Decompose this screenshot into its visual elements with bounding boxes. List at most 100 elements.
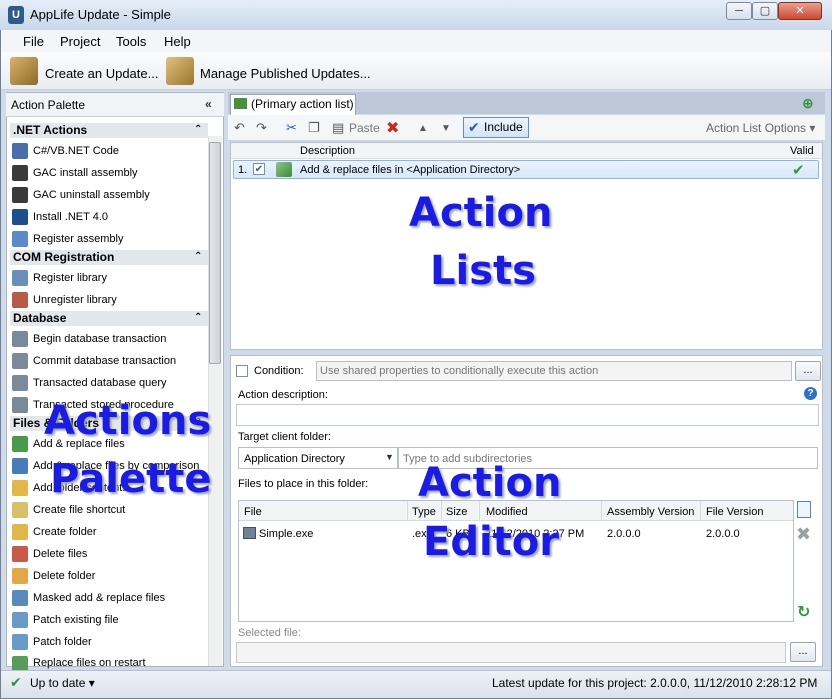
- target-folder-select[interactable]: Application Directory: [238, 447, 398, 469]
- maximize-button[interactable]: ▢: [752, 2, 778, 20]
- palette-item-register-assembly[interactable]: Register assembly: [33, 233, 123, 245]
- category-collapse-icon[interactable]: ⌃: [194, 251, 202, 262]
- register-assembly-icon: [12, 231, 28, 247]
- valid-check-icon: ✔: [792, 162, 805, 179]
- action-list-icon: [234, 98, 247, 109]
- sql-icon: [12, 375, 28, 391]
- condition-browse-button[interactable]: ...: [795, 361, 821, 381]
- palette-scroll-thumb[interactable]: [209, 142, 221, 364]
- file-name[interactable]: Simple.exe: [259, 528, 313, 540]
- file-version: 2.0.0.0: [706, 528, 740, 540]
- minimize-button[interactable]: ─: [726, 2, 752, 20]
- palette-item-unregister-library[interactable]: Unregister library: [33, 294, 117, 306]
- palette-item-code[interactable]: C#/VB.NET Code: [33, 145, 119, 157]
- column-type[interactable]: Type: [412, 506, 436, 518]
- menu-file[interactable]: File: [23, 34, 44, 49]
- add-file-icon[interactable]: [797, 501, 811, 518]
- refresh-icon[interactable]: ↻: [797, 602, 810, 622]
- collapse-palette-icon[interactable]: «: [205, 97, 212, 111]
- delete-folder-icon: [12, 568, 28, 584]
- menu-project[interactable]: Project: [60, 34, 100, 49]
- palette-item-patch-file[interactable]: Patch existing file: [33, 614, 119, 626]
- gac-uninstall-icon: [12, 187, 28, 203]
- palette-item-commit-transaction[interactable]: Commit database transaction: [33, 355, 176, 367]
- palette-item-patch-folder[interactable]: Patch folder: [33, 636, 92, 648]
- selected-file-input[interactable]: [236, 642, 786, 663]
- category-net-actions[interactable]: .NET Actions: [10, 123, 208, 138]
- palette-item-delete-folder[interactable]: Delete folder: [33, 570, 95, 582]
- menu-tools[interactable]: Tools: [116, 34, 146, 49]
- overlay-action-lists-1: Action: [409, 190, 553, 236]
- overlay-action-editor-2: Editor: [423, 519, 559, 565]
- create-update-icon[interactable]: [10, 57, 38, 85]
- action-description-input[interactable]: [236, 404, 819, 426]
- menu-help[interactable]: Help: [164, 34, 191, 49]
- category-collapse-icon[interactable]: ⌃: [194, 312, 202, 323]
- manage-updates-button[interactable]: Manage Published Updates...: [200, 66, 371, 81]
- overlay-action-lists-2: Lists: [430, 248, 536, 294]
- palette-item-register-library[interactable]: Register library: [33, 272, 107, 284]
- palette-title: Action Palette: [11, 98, 86, 112]
- column-file[interactable]: File: [244, 506, 262, 518]
- palette-item-delete-files[interactable]: Delete files: [33, 548, 87, 560]
- redo-icon[interactable]: ↷: [256, 120, 267, 136]
- create-update-button[interactable]: Create an Update...: [45, 66, 158, 81]
- column-size[interactable]: Size: [446, 506, 467, 518]
- help-icon[interactable]: ?: [804, 387, 817, 400]
- selected-file-browse-button[interactable]: ...: [790, 642, 816, 662]
- column-divider: [700, 501, 701, 521]
- category-collapse-icon[interactable]: ⌃: [194, 124, 202, 135]
- delete-action-icon[interactable]: ✖: [386, 118, 399, 138]
- category-database[interactable]: Database: [10, 311, 208, 326]
- move-up-icon[interactable]: ▲: [418, 123, 428, 134]
- action-list-options-button[interactable]: Action List Options ▾: [706, 121, 815, 135]
- manage-updates-icon[interactable]: [166, 57, 194, 85]
- tab-primary-action-list[interactable]: (Primary action list): [230, 94, 356, 115]
- copy-icon[interactable]: ❐: [308, 120, 320, 136]
- palette-item-create-shortcut[interactable]: Create file shortcut: [33, 504, 125, 516]
- action-row-checkbox[interactable]: ✔: [253, 163, 265, 175]
- checkmark-icon: ✔: [468, 119, 480, 135]
- compare-files-icon: [12, 458, 28, 474]
- column-valid[interactable]: Valid: [790, 145, 814, 157]
- masked-files-icon: [12, 590, 28, 606]
- column-assembly-version[interactable]: Assembly Version: [607, 506, 694, 518]
- column-file-version[interactable]: File Version: [706, 506, 763, 518]
- palette-item-begin-transaction[interactable]: Begin database transaction: [33, 333, 166, 345]
- add-files-icon: [276, 162, 292, 177]
- exe-file-icon: [243, 527, 256, 539]
- paste-icon[interactable]: ▤: [332, 120, 344, 136]
- update-status-dropdown[interactable]: Up to date ▾: [30, 676, 95, 690]
- paste-button[interactable]: Paste: [349, 121, 380, 135]
- column-description[interactable]: Description: [300, 145, 355, 157]
- column-divider: [601, 501, 602, 521]
- condition-input[interactable]: Use shared properties to conditionally e…: [316, 361, 792, 381]
- dotnet-icon: [12, 209, 28, 225]
- chevron-down-icon[interactable]: ▼: [385, 452, 394, 462]
- column-modified[interactable]: Modified: [486, 506, 528, 518]
- palette-item-replace-restart[interactable]: Replace files on restart: [33, 657, 146, 669]
- palette-item-create-folder[interactable]: Create folder: [33, 526, 97, 538]
- palette-item-masked-add[interactable]: Masked add & replace files: [33, 592, 165, 604]
- cut-icon[interactable]: ✂: [286, 120, 297, 136]
- up-to-date-icon: ✔: [10, 674, 22, 690]
- unregister-library-icon: [12, 292, 28, 308]
- add-action-list-icon[interactable]: ⊕: [802, 96, 816, 111]
- condition-label: Condition:: [254, 365, 304, 377]
- condition-checkbox[interactable]: [236, 365, 248, 377]
- move-down-icon[interactable]: ▼: [441, 123, 451, 134]
- palette-item-install-net[interactable]: Install .NET 4.0: [33, 211, 108, 223]
- palette-item-gac-install[interactable]: GAC install assembly: [33, 167, 138, 179]
- palette-item-gac-uninstall[interactable]: GAC uninstall assembly: [33, 189, 150, 201]
- remove-file-icon[interactable]: ✖: [796, 524, 811, 545]
- category-com-registration[interactable]: COM Registration: [10, 250, 208, 265]
- palette-item-transacted-query[interactable]: Transacted database query: [33, 377, 167, 389]
- undo-icon[interactable]: ↶: [234, 120, 245, 136]
- folder-icon: [12, 480, 28, 496]
- stored-procedure-icon: [12, 397, 28, 413]
- action-row-number: 1.: [238, 164, 248, 176]
- latest-update-text: Latest update for this project: 2.0.0.0,…: [492, 676, 818, 690]
- target-folder-label: Target client folder:: [238, 431, 331, 443]
- close-button[interactable]: ✕: [778, 2, 822, 20]
- overlay-actions-palette-2: Palette: [50, 456, 212, 502]
